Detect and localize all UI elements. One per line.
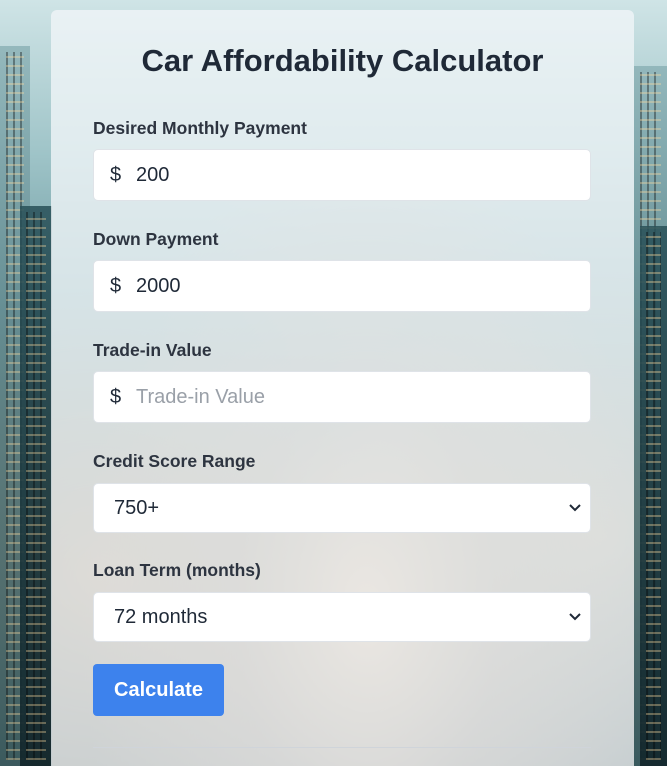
currency-prefix: $ <box>110 385 122 408</box>
trade-in-input[interactable] <box>136 385 566 409</box>
trade-in-field[interactable]: $ <box>93 371 591 423</box>
down-payment-field[interactable]: $ <box>93 260 591 312</box>
loan-term-select[interactable]: 72 months <box>93 592 591 642</box>
divider <box>93 747 591 748</box>
calculator-card: Car Affordability Calculator Desired Mon… <box>51 10 634 766</box>
credit-score-label: Credit Score Range <box>93 451 256 471</box>
chevron-down-icon <box>568 501 582 515</box>
monthly-payment-label: Desired Monthly Payment <box>93 118 307 138</box>
loan-term-value: 72 months <box>114 605 208 628</box>
currency-prefix: $ <box>110 274 122 297</box>
down-payment-label: Down Payment <box>93 229 219 249</box>
monthly-payment-field[interactable]: $ <box>93 149 591 201</box>
trade-in-label: Trade-in Value <box>93 340 212 360</box>
currency-prefix: $ <box>110 163 122 186</box>
chevron-down-icon <box>568 610 582 624</box>
monthly-payment-input[interactable] <box>136 163 566 187</box>
calculate-button[interactable]: Calculate <box>93 664 224 716</box>
page-title: Car Affordability Calculator <box>141 43 544 78</box>
credit-score-value: 750+ <box>114 496 160 519</box>
loan-term-label: Loan Term (months) <box>93 560 261 580</box>
credit-score-select[interactable]: 750+ <box>93 483 591 533</box>
down-payment-input[interactable] <box>136 274 566 298</box>
